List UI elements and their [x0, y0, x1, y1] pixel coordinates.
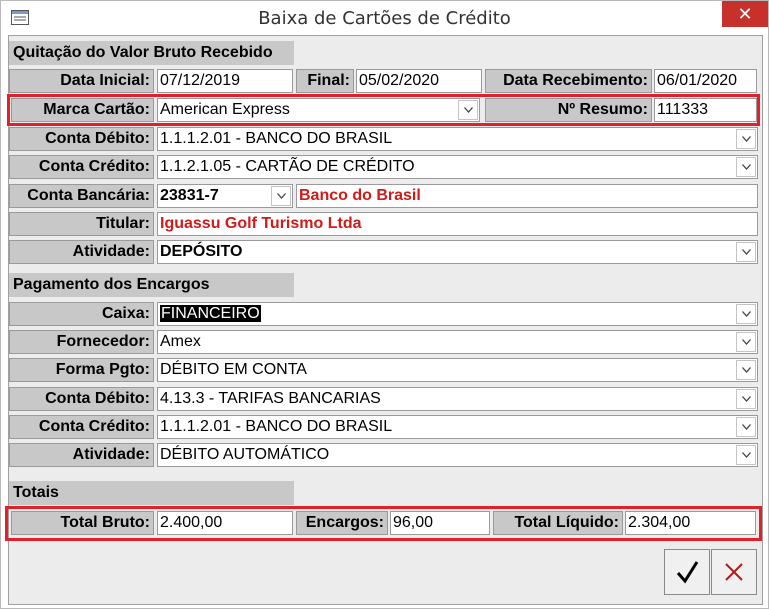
data-recebimento-label: Data Recebimento: [485, 69, 652, 93]
conta-debito-select[interactable]: 1.1.1.2.01 - BANCO DO BRASIL [157, 127, 758, 151]
fornecedor-label: Fornecedor: [9, 330, 154, 354]
conta-credito-label: Conta Crédito: [9, 155, 154, 179]
chevron-down-icon[interactable] [736, 242, 756, 262]
chevron-down-icon[interactable] [736, 157, 756, 177]
chevron-down-icon[interactable] [458, 100, 478, 120]
total-bruto-label: Total Bruto: [11, 511, 154, 535]
section-totais: Totais [9, 481, 294, 505]
conta-credito-value: 1.1.2.1.05 - CARTÃO DE CRÉDITO [160, 158, 415, 175]
final-field[interactable]: 05/02/2020 [356, 69, 482, 93]
conta-debito-value: 1.1.1.2.01 - BANCO DO BRASIL [160, 130, 393, 147]
pg-atividade-select[interactable]: DÉBITO AUTOMÁTICO [157, 443, 758, 467]
pg-conta-debito-value: 4.13.3 - TARIFAS BANCARIAS [160, 390, 381, 407]
chevron-down-icon[interactable] [736, 304, 756, 324]
atividade-select[interactable]: DEPÓSITO [157, 240, 758, 264]
cancel-button[interactable] [711, 549, 757, 595]
titular-field: Iguassu Golf Turismo Ltda [157, 212, 758, 236]
forma-pgto-select[interactable]: DÉBITO EM CONTA [157, 358, 758, 382]
pg-conta-debito-select[interactable]: 4.13.3 - TARIFAS BANCARIAS [157, 387, 758, 411]
forma-pgto-label: Forma Pgto: [9, 358, 154, 382]
forma-pgto-value: DÉBITO EM CONTA [160, 361, 307, 378]
atividade-value: DEPÓSITO [160, 243, 243, 260]
chevron-down-icon[interactable] [736, 389, 756, 409]
total-bruto-field[interactable]: 2.400,00 [157, 511, 293, 535]
window-title: Baixa de Cartões de Crédito [258, 8, 511, 29]
chevron-down-icon[interactable] [736, 360, 756, 380]
check-icon [676, 561, 699, 584]
window: Baixa de Cartões de Crédito ✕ Quitação d… [0, 0, 769, 609]
data-inicial-label: Data Inicial: [9, 69, 154, 93]
conta-bancaria-value: 23831-7 [160, 187, 219, 204]
caixa-value: FINANCEIRO [160, 305, 261, 322]
n-resumo-label: Nº Resumo: [485, 98, 652, 122]
n-resumo-field[interactable]: 111333 [654, 98, 757, 122]
chevron-down-icon[interactable] [271, 186, 291, 206]
pg-atividade-label: Atividade: [9, 443, 154, 467]
data-recebimento-field[interactable]: 06/01/2020 [654, 69, 757, 93]
section-pagamento: Pagamento dos Encargos [9, 273, 294, 297]
fornecedor-select[interactable]: Amex [157, 330, 758, 354]
pg-conta-credito-value: 1.1.1.2.01 - BANCO DO BRASIL [160, 418, 393, 435]
title-bar: Baixa de Cartões de Crédito ✕ [1, 1, 768, 35]
titular-label: Titular: [9, 212, 154, 236]
pg-conta-credito-select[interactable]: 1.1.1.2.01 - BANCO DO BRASIL [157, 415, 758, 439]
banco-field: Banco do Brasil [296, 184, 758, 208]
section-quitacao: Quitação do Valor Bruto Recebido [9, 41, 294, 65]
close-button[interactable]: ✕ [722, 1, 768, 27]
pg-conta-credito-label: Conta Crédito: [9, 415, 154, 439]
fornecedor-value: Amex [160, 333, 201, 350]
confirm-button[interactable] [664, 549, 710, 595]
chevron-down-icon[interactable] [736, 417, 756, 437]
close-x-icon [725, 563, 743, 581]
chevron-down-icon[interactable] [736, 445, 756, 465]
conta-bancaria-select[interactable]: 23831-7 [157, 184, 293, 208]
pg-atividade-value: DÉBITO AUTOMÁTICO [160, 446, 330, 463]
conta-bancaria-label: Conta Bancária: [9, 184, 154, 208]
total-liquido-field[interactable]: 2.304,00 [625, 511, 756, 535]
encargos-field[interactable]: 96,00 [390, 511, 490, 535]
marca-cartao-label: Marca Cartão: [11, 98, 154, 122]
caixa-select[interactable]: FINANCEIRO [157, 302, 758, 326]
caixa-label: Caixa: [9, 302, 154, 326]
total-liquido-label: Total Líquido: [493, 511, 623, 535]
marca-cartao-value: American Express [160, 101, 290, 118]
chevron-down-icon[interactable] [736, 129, 756, 149]
form-body: Quitação do Valor Bruto Recebido Data In… [5, 35, 763, 605]
atividade-label: Atividade: [9, 240, 154, 264]
data-inicial-field[interactable]: 07/12/2019 [157, 69, 293, 93]
encargos-label: Encargos: [296, 511, 388, 535]
chevron-down-icon[interactable] [736, 332, 756, 352]
conta-debito-label: Conta Débito: [9, 127, 154, 151]
final-label: Final: [296, 69, 354, 93]
marca-cartao-select[interactable]: American Express [157, 98, 480, 122]
conta-credito-select[interactable]: 1.1.2.1.05 - CARTÃO DE CRÉDITO [157, 155, 758, 179]
pg-conta-debito-label: Conta Débito: [9, 387, 154, 411]
